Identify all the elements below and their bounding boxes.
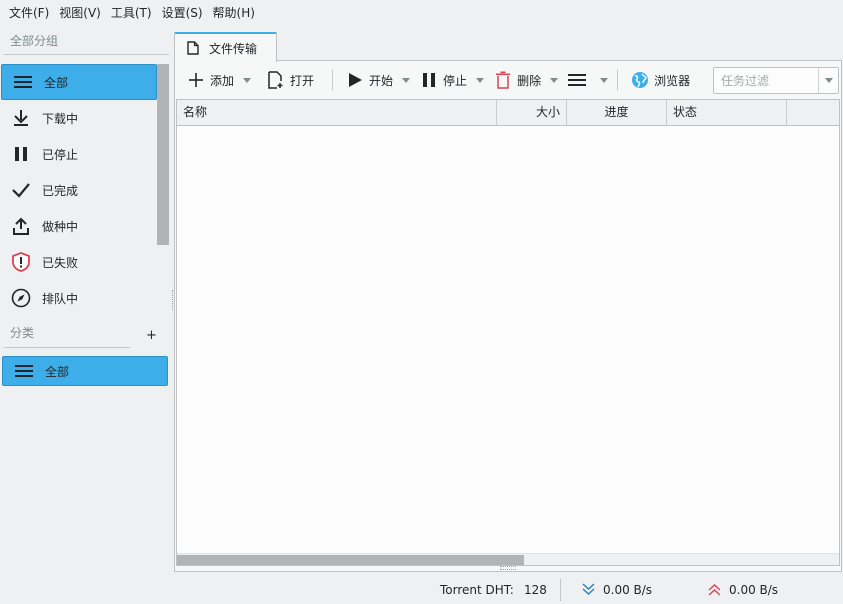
toolbar: 添加 打开 开始 停止 删除 浏览器 [180,66,696,94]
tab-file-transfer[interactable]: 文件传输 [174,32,277,62]
hamburger-icon [13,360,35,382]
delete-label: 删除 [517,73,542,88]
menubar: 文件(F) 视图(V) 工具(T) 设置(S) 帮助(H) [0,0,843,26]
open-file-icon [266,70,286,90]
dht-value: 128 [524,583,547,597]
chevron-down-icon[interactable] [818,68,838,93]
globe-icon [630,70,650,90]
add-label: 添加 [210,73,235,88]
sidebar-item-label: 已完成 [42,183,79,198]
category-divider [4,347,130,348]
delete-button[interactable]: 删除 [487,66,547,94]
pause-icon [419,70,439,90]
sidebar-item-label: 做种中 [42,219,79,234]
menu-settings[interactable]: 设置(S) [157,2,208,24]
add-button[interactable]: 添加 [180,66,240,94]
transfer-table: 名称 大小 进度 状态 [176,99,840,566]
more-menu-button[interactable] [561,66,597,94]
column-header-size[interactable]: 大小 [497,100,567,125]
upload-speed: 0.00 B/s [729,583,779,597]
group-divider [4,54,169,55]
add-category-button[interactable]: + [146,329,157,343]
add-dropdown-arrow[interactable] [240,66,254,94]
sidebar-item-label: 已失败 [42,255,79,270]
hamburger-icon [12,71,34,93]
more-dropdown-arrow[interactable] [597,66,611,94]
check-icon [10,179,32,201]
start-label: 开始 [369,73,394,88]
delete-dropdown-arrow[interactable] [547,66,561,94]
document-icon [187,41,199,55]
error-shield-icon [10,251,32,273]
trash-icon [493,70,513,90]
task-filter-combobox[interactable] [713,67,839,94]
category-item-all[interactable]: 全部 [2,356,168,386]
sidebar-item-label: 下载中 [42,111,79,126]
play-icon [345,70,365,90]
scrollbar-thumb[interactable] [177,555,524,565]
menu-file[interactable]: 文件(F) [4,2,54,24]
column-header-name[interactable]: 名称 [177,100,497,125]
download-speed: 0.00 B/s [603,583,653,597]
group-list: 全部 下载中 已停止 已完成 做种中 已失败 排队中 [0,64,157,316]
resize-grip[interactable] [500,566,516,570]
dht-label: Torrent DHT: [440,583,514,597]
toolbar-divider [332,69,334,91]
menu-view[interactable]: 视图(V) [54,2,106,24]
status-divider [560,579,561,601]
start-dropdown-arrow[interactable] [399,66,413,94]
table-header: 名称 大小 进度 状态 [177,100,839,126]
sidebar-item-failed[interactable]: 已失败 [0,244,157,280]
menu-help[interactable]: 帮助(H) [208,2,260,24]
toolbar-divider [617,69,619,91]
upload-icon [10,215,32,237]
sidebar-item-label: 全部 [44,75,69,90]
category-header: 分类 [10,326,35,340]
plus-icon [186,70,206,90]
sidebar-item-queued[interactable]: 排队中 [0,280,157,316]
download-speed-icon [582,583,595,599]
sidebar-item-label: 排队中 [42,291,79,306]
compass-icon [10,287,32,309]
stop-button[interactable]: 停止 [413,66,473,94]
download-icon [10,107,32,129]
column-header-status[interactable]: 状态 [667,100,787,125]
sidebar-item-seeding[interactable]: 做种中 [0,208,157,244]
hamburger-icon [567,70,587,90]
menu-tools[interactable]: 工具(T) [106,2,157,24]
open-label: 打开 [290,73,315,88]
stop-label: 停止 [443,73,468,88]
category-item-label: 全部 [45,364,70,379]
sidebar-item-completed[interactable]: 已完成 [0,172,157,208]
tab-label: 文件传输 [209,41,258,56]
pause-icon [10,143,32,165]
upload-speed-icon [708,583,721,599]
stop-dropdown-arrow[interactable] [473,66,487,94]
task-filter-input[interactable] [714,73,818,88]
group-header: 全部分组 [10,34,59,48]
start-button[interactable]: 开始 [339,66,399,94]
sidebar-item-stopped[interactable]: 已停止 [0,136,157,172]
column-header-progress[interactable]: 进度 [567,100,667,125]
sidebar-item-label: 已停止 [42,147,79,162]
sidebar-item-all[interactable]: 全部 [1,64,157,100]
column-header-filler [787,100,839,125]
open-button[interactable]: 打开 [260,66,320,94]
browser-label: 浏览器 [654,73,691,88]
browser-button[interactable]: 浏览器 [624,66,696,94]
sidebar-scrollbar[interactable] [157,64,169,245]
horizontal-scrollbar[interactable] [177,553,839,565]
sidebar-item-downloading[interactable]: 下载中 [0,100,157,136]
